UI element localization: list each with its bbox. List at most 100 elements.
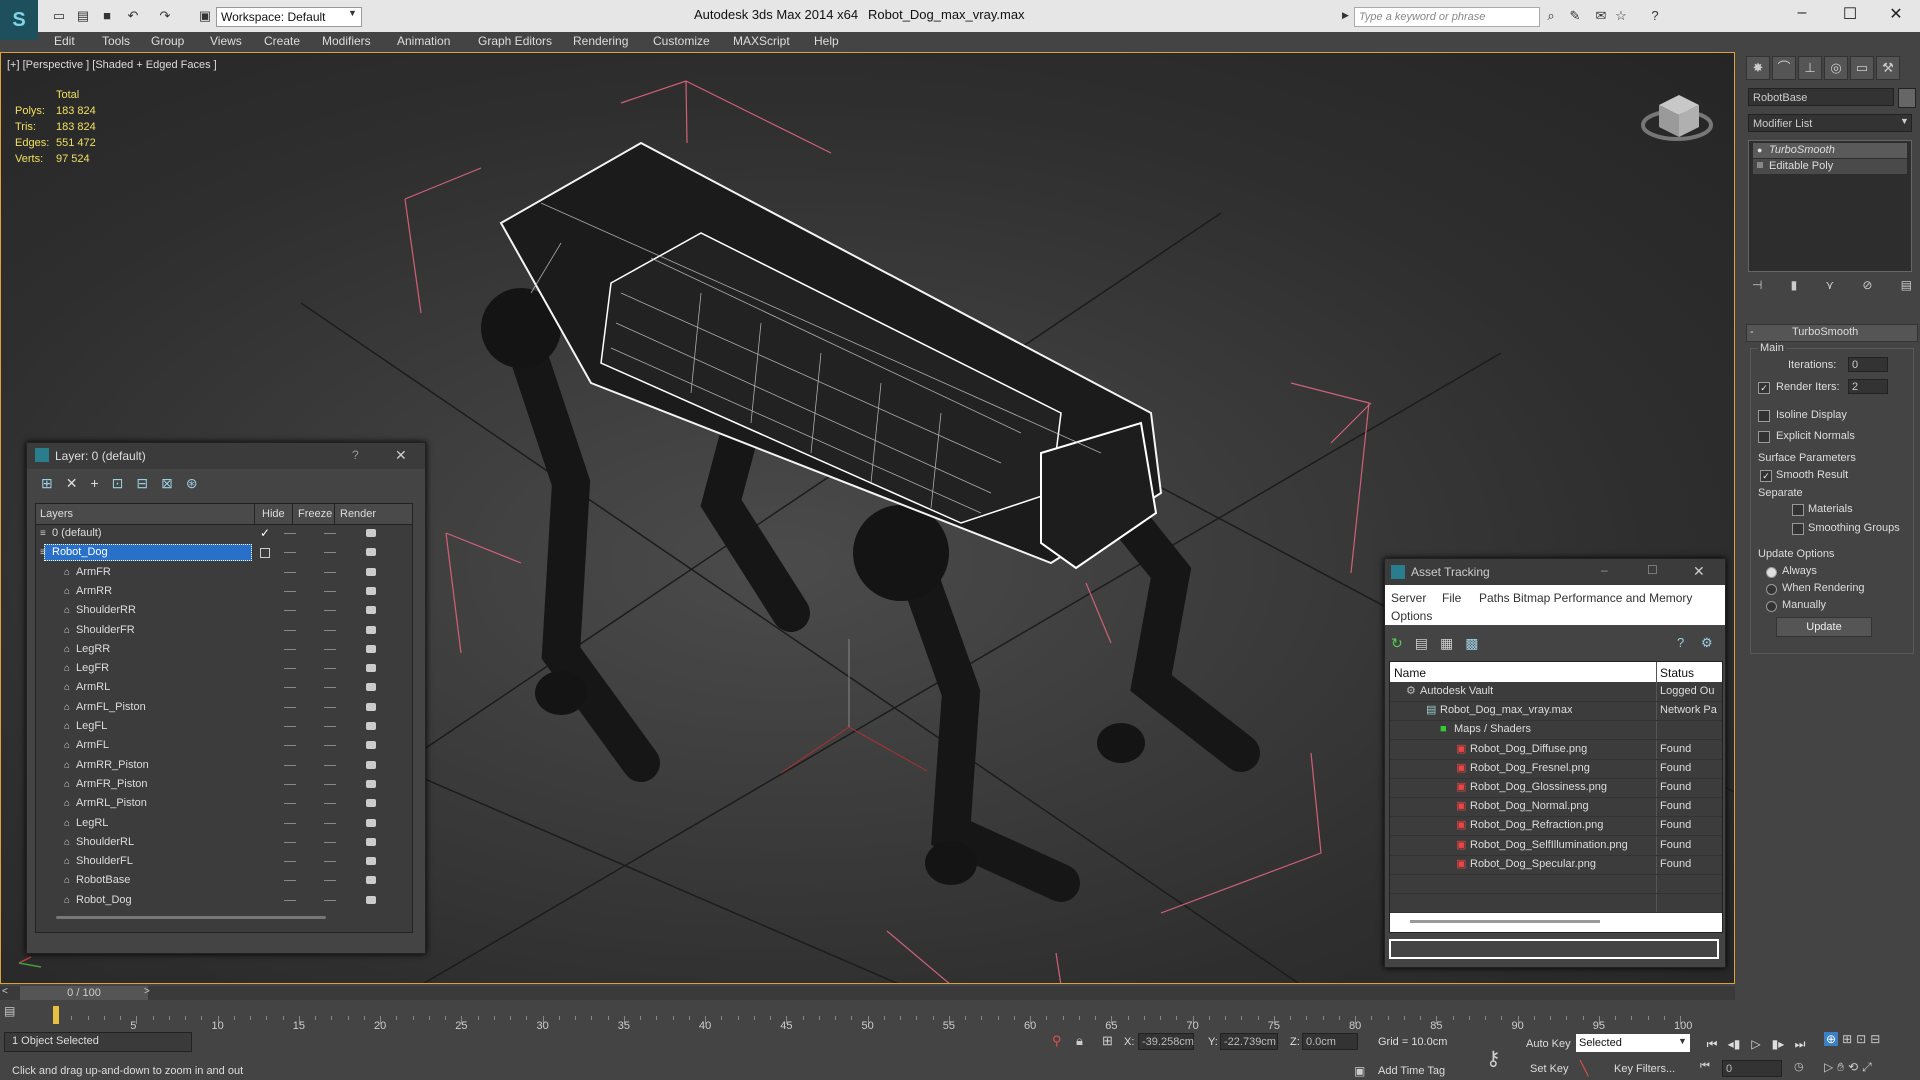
layer-object-row[interactable]: ⌂ ArmRL [36, 678, 412, 697]
pin-stack-icon[interactable]: ⊣ [1752, 278, 1762, 292]
col-render[interactable]: Render [340, 508, 376, 520]
asset-row[interactable]: ⚙ Autodesk Vault Logged Ou [1390, 682, 1722, 702]
hierarchy-tab-icon[interactable]: ⊥ [1798, 56, 1822, 80]
freeze-toggle[interactable] [324, 764, 336, 766]
iterations-spinner[interactable]: 0 [1848, 357, 1888, 372]
key-mode-toggle-icon[interactable]: ⏮ [1700, 1060, 1710, 1073]
current-frame-field[interactable]: 0 [1722, 1060, 1782, 1077]
hide-toggle[interactable] [284, 822, 296, 824]
layer-object-row[interactable]: ⌂ ArmFR [36, 563, 412, 582]
object-name[interactable]: ShoulderRR [76, 601, 136, 620]
render-teapot-icon[interactable] [366, 779, 376, 788]
asset-row[interactable]: ▣ Robot_Dog_Normal.png Found [1390, 797, 1722, 818]
freeze-toggle[interactable] [324, 590, 336, 592]
col-status[interactable]: Status [1660, 666, 1694, 680]
previous-frame-icon[interactable]: ◂▮ [1724, 1034, 1744, 1054]
asset-menu-server[interactable]: Server [1391, 591, 1426, 605]
explicit-normals-checkbox[interactable] [1758, 431, 1770, 443]
smoothing-groups-checkbox[interactable] [1792, 523, 1804, 535]
workspace-dropdown[interactable]: Workspace: Default [216, 7, 362, 27]
zoom-all-icon[interactable]: ⊞ [1842, 1032, 1852, 1046]
layer-object-row[interactable]: ⌂ ArmRR_Piston [36, 756, 412, 775]
asset-row[interactable]: ▤ Robot_Dog_max_vray.max Network Pa [1390, 701, 1722, 722]
freeze-toggle[interactable] [324, 571, 336, 573]
menu-modifiers[interactable]: Modifiers [322, 34, 371, 48]
save-file-icon[interactable]: ■ [98, 8, 116, 24]
layer-list[interactable]: Layers Hide Freeze Render ≡ 0 (default) ✓ ≡… [35, 503, 413, 933]
menu-rendering[interactable]: Rendering [573, 34, 628, 48]
object-name[interactable]: LegRR [76, 640, 110, 659]
set-key-button[interactable]: Set Key [1530, 1063, 1569, 1075]
stack-item-editable-poly[interactable]: Editable Poly [1753, 159, 1907, 174]
layer-object-row[interactable]: ⌂ ShoulderRL [36, 833, 412, 852]
render-teapot-icon[interactable] [366, 895, 376, 904]
smooth-result-checkbox[interactable]: ✓ [1760, 470, 1772, 482]
hide-toggle[interactable] [284, 687, 296, 689]
render-teapot-icon[interactable] [366, 664, 376, 673]
hide-toggle[interactable] [284, 861, 296, 863]
object-name[interactable]: ShoulderFL [76, 852, 133, 871]
help-icon[interactable]: ? [352, 448, 359, 462]
tree-view-icon[interactable]: ▦ [1440, 635, 1465, 651]
key-mode-dropdown[interactable]: Selected [1576, 1034, 1690, 1052]
undo-icon[interactable]: ↶ [124, 8, 142, 24]
new-file-icon[interactable]: ▭ [50, 8, 68, 24]
freeze-toggle[interactable] [324, 726, 336, 727]
modify-tab-icon[interactable]: ⌒ [1772, 56, 1796, 80]
field-of-view-icon[interactable]: ▷ [1824, 1060, 1833, 1075]
asset-help-icon[interactable]: ? [1677, 635, 1684, 650]
manually-radio[interactable] [1766, 601, 1777, 612]
freeze-toggle[interactable] [324, 861, 336, 863]
asset-settings-icon[interactable]: ⚙ [1701, 635, 1713, 651]
render-teapot-icon[interactable] [366, 625, 376, 634]
go-to-end-icon[interactable]: ⏭ [1790, 1034, 1810, 1054]
when-rendering-radio[interactable] [1766, 584, 1777, 595]
layer-object-row[interactable]: ⌂ ArmRR [36, 582, 412, 601]
menu-group[interactable]: Group [151, 34, 184, 48]
object-name[interactable]: ArmRR_Piston [76, 756, 149, 775]
hide-toggle[interactable] [284, 783, 296, 785]
modifier-stack[interactable]: TurboSmooth ● Editable Poly [1748, 140, 1912, 272]
freeze-toggle[interactable] [324, 841, 336, 843]
render-teapot-icon[interactable] [366, 586, 376, 595]
set-current-layer-icon[interactable] [260, 548, 270, 559]
highlight-layer-icon[interactable]: ⊟ [136, 475, 161, 491]
layer-object-row[interactable]: ⌂ ArmFL [36, 736, 412, 755]
hide-toggle[interactable] [284, 803, 296, 805]
mini-curve-editor-icon[interactable]: ▤ [4, 1004, 20, 1018]
y-coordinate-field[interactable]: -22.739cm [1220, 1033, 1278, 1050]
lightbulb-icon[interactable]: ● [1757, 145, 1762, 155]
time-configuration-icon[interactable]: ◷ [1794, 1060, 1804, 1073]
update-button[interactable]: Update [1776, 617, 1872, 637]
menu-animation[interactable]: Animation [397, 34, 450, 48]
layer-name[interactable]: 0 (default) [52, 524, 102, 543]
menu-customize[interactable]: Customize [653, 34, 710, 48]
pan-icon[interactable]: ✋︎ [1837, 1060, 1844, 1075]
time-slider-next-icon[interactable]: > [144, 986, 150, 997]
hide-toggle[interactable] [284, 648, 296, 650]
object-name[interactable]: LegFL [76, 717, 107, 736]
layer-object-row[interactable]: ⌂ ShoulderFR [36, 621, 412, 640]
object-name[interactable]: LegFR [76, 659, 109, 678]
render-teapot-icon[interactable] [366, 837, 376, 846]
add-time-tag[interactable]: Add Time Tag [1378, 1065, 1445, 1077]
open-file-icon[interactable]: ▤ [74, 8, 92, 24]
object-name[interactable]: ArmRL_Piston [76, 794, 147, 813]
asset-row[interactable]: ▣ Robot_Dog_Diffuse.png Found [1390, 740, 1722, 760]
menu-edit[interactable]: Edit [54, 34, 75, 48]
auto-key-button[interactable]: Auto Key [1526, 1038, 1571, 1050]
set-key-icon[interactable]: ╲ [1580, 1060, 1588, 1077]
menu-tools[interactable]: Tools [102, 34, 130, 48]
asset-table[interactable]: Name Status ⚙ Autodesk Vault Logged Ou ▤ Rob… [1389, 661, 1723, 933]
viewport-label[interactable]: [+] [Perspective ] [Shaded + Edged Faces… [7, 59, 217, 71]
list-view-icon[interactable]: ▤ [1415, 635, 1440, 651]
table-view-icon[interactable]: ▩ [1465, 635, 1490, 651]
time-slider[interactable]: 0 / 100 [20, 986, 148, 1000]
zoom-icon[interactable]: ⊕ [1824, 1032, 1839, 1046]
layer-object-row[interactable]: ⌂ ShoulderFL [36, 852, 412, 871]
hide-toggle[interactable] [284, 610, 296, 612]
freeze-toggle[interactable] [324, 648, 336, 650]
maximize-icon[interactable]: ☐ [1647, 563, 1658, 577]
tools-icon[interactable]: ✎ [1566, 8, 1584, 24]
motion-tab-icon[interactable]: ◎ [1824, 56, 1848, 80]
